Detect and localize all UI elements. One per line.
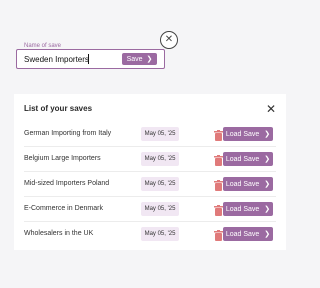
save-date-badge: May 05, '25 — [141, 177, 179, 191]
save-date-badge: May 05, '25 — [141, 127, 179, 141]
save-button[interactable]: Save ❯ — [122, 53, 157, 65]
trash-icon — [214, 155, 223, 166]
save-name: Belgium Large Importers — [24, 155, 101, 162]
trash-icon — [214, 205, 223, 216]
list-item: Belgium Large Importers May 05, '25 Load… — [24, 147, 276, 172]
text-caret — [88, 54, 89, 64]
chevron-right-icon: ❯ — [264, 181, 271, 188]
close-panel-button[interactable]: ✕ — [266, 103, 276, 115]
save-name-input[interactable] — [24, 53, 114, 65]
trash-icon — [214, 180, 223, 191]
chevron-right-icon: ❯ — [146, 56, 153, 63]
delete-save-button[interactable] — [214, 228, 223, 241]
list-item: Mid-sized Importers Poland May 05, '25 L… — [24, 172, 276, 197]
delete-save-button[interactable] — [214, 203, 223, 216]
delete-save-button[interactable] — [214, 128, 223, 141]
chevron-right-icon: ❯ — [264, 156, 271, 163]
save-date-badge: May 05, '25 — [141, 202, 179, 216]
trash-icon — [214, 130, 223, 141]
load-save-label: Load Save — [225, 155, 260, 163]
save-name-field: Save ❯ — [16, 49, 165, 69]
load-save-button[interactable]: Load Save ❯ — [223, 152, 273, 166]
list-item: German Importing from Italy May 05, '25 … — [24, 122, 276, 147]
save-name-label: Name of save — [22, 43, 64, 49]
save-name: Mid-sized Importers Poland — [24, 180, 110, 187]
close-icon: ✕ — [265, 102, 276, 116]
delete-save-button[interactable] — [214, 153, 223, 166]
save-date-badge: May 05, '25 — [141, 227, 179, 241]
save-date-badge: May 05, '25 — [141, 152, 179, 166]
close-icon: ✕ — [164, 34, 174, 45]
load-save-label: Load Save — [225, 130, 260, 138]
load-save-label: Load Save — [225, 205, 260, 213]
save-name: Wholesalers in the UK — [24, 230, 94, 237]
save-name: German Importing from Italy — [24, 130, 112, 137]
delete-save-button[interactable] — [214, 178, 223, 191]
list-item: E-Commerce in Denmark May 05, '25 Load S… — [24, 197, 276, 222]
chevron-right-icon: ❯ — [264, 131, 271, 138]
saves-list: German Importing from Italy May 05, '25 … — [14, 122, 286, 246]
load-save-button[interactable]: Load Save ❯ — [223, 227, 273, 241]
load-save-button[interactable]: Load Save ❯ — [223, 127, 273, 141]
trash-icon — [214, 230, 223, 241]
load-save-button[interactable]: Load Save ❯ — [223, 202, 273, 216]
load-save-label: Load Save — [225, 180, 260, 188]
save-name: E-Commerce in Denmark — [24, 205, 103, 212]
load-save-label: Load Save — [225, 230, 260, 238]
save-button-label: Save — [126, 55, 143, 63]
load-save-button[interactable]: Load Save ❯ — [223, 177, 273, 191]
list-item: Wholesalers in the UK May 05, '25 Load S… — [24, 222, 276, 246]
saves-panel: List of your saves ✕ German Importing fr… — [14, 94, 286, 250]
panel-title: List of your saves — [24, 104, 93, 113]
close-save-form-button[interactable]: ✕ — [160, 31, 178, 49]
chevron-right-icon: ❯ — [264, 206, 271, 213]
chevron-right-icon: ❯ — [264, 231, 271, 238]
